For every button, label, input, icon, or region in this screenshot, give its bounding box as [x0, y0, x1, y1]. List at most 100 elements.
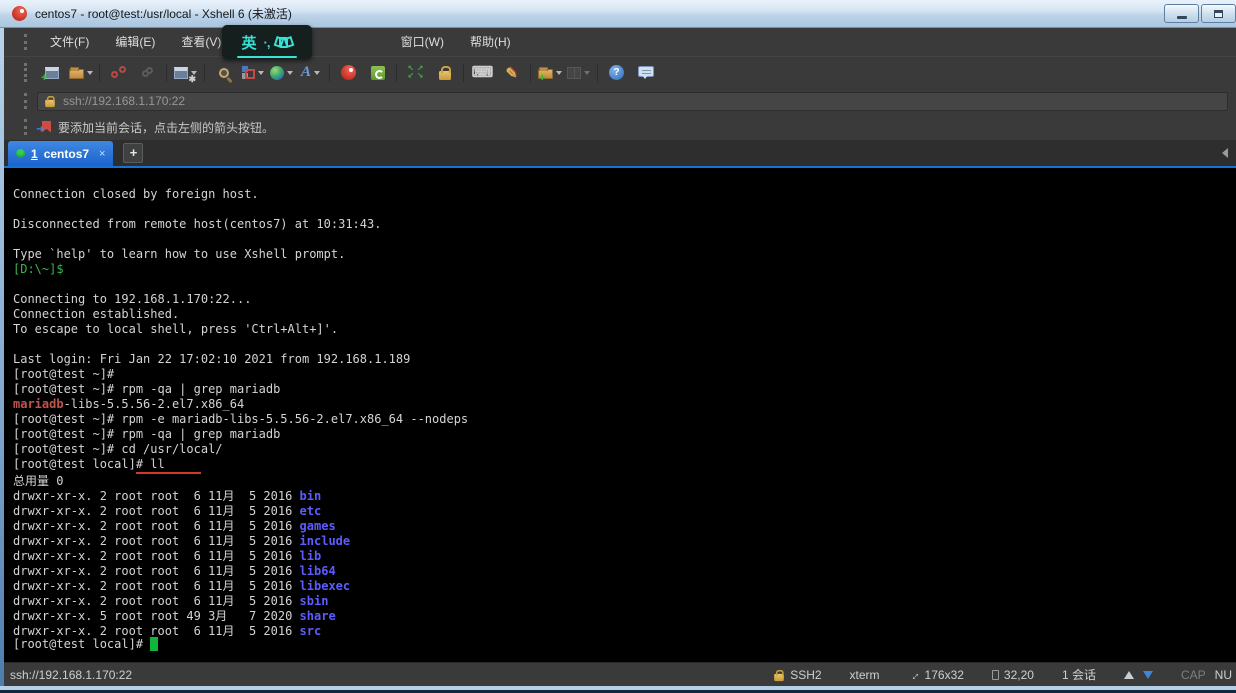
terminal-line — [13, 337, 1236, 352]
toolbar-separator — [99, 64, 100, 82]
terminal-line: drwxr-xr-x. 2 root root 6 11月 5 2016 lib… — [13, 577, 1236, 592]
reconnect-icon — [134, 61, 161, 85]
connected-status-icon — [16, 149, 25, 158]
highlight-pen-icon[interactable]: ✎ — [498, 61, 525, 85]
toolbar: + ✱ A ↖↗↙↘ ⌨✎ +? — [0, 56, 1236, 88]
scroll-down-icon[interactable] — [1143, 671, 1153, 679]
status-session-count: 1 会话 — [1062, 666, 1096, 683]
minimize-button[interactable] — [1164, 4, 1199, 23]
status-protocol: SSH2 — [773, 668, 821, 682]
lock-icon[interactable] — [431, 61, 458, 85]
help-icon[interactable]: ? — [603, 61, 630, 85]
terminal-line: drwxr-xr-x. 2 root root 6 11月 5 2016 lib… — [13, 562, 1236, 577]
status-terminal-size: ↔176x32 — [908, 668, 964, 682]
window-bottom-border — [0, 686, 1236, 693]
minimize-icon — [1177, 16, 1187, 19]
terminal-line: Connection closed by foreign host. — [13, 187, 1236, 202]
menu-item[interactable]: 窗口(W) — [388, 35, 457, 49]
terminal-line: To escape to local shell, press 'Ctrl+Al… — [13, 322, 1236, 337]
xshell-logo-icon — [12, 6, 27, 21]
disconnect-icon[interactable] — [105, 61, 132, 85]
xshell-window: centos7 - root@test:/usr/local - Xshell … — [0, 0, 1236, 693]
menu-item[interactable]: 文件(F) — [37, 35, 102, 49]
terminal-line: Type `help' to learn how to use Xshell p… — [13, 247, 1236, 262]
maximize-icon — [1214, 10, 1223, 18]
ime-popup: 英 ·, — [222, 25, 312, 59]
encoding-icon[interactable] — [268, 61, 295, 85]
toolbar-separator — [530, 64, 531, 82]
dropdown-caret-icon[interactable] — [556, 71, 562, 75]
terminal-line: [root@test ~]# — [13, 367, 1236, 382]
status-cursor-position: 32,20 — [992, 668, 1034, 682]
menubar-drag-handle[interactable] — [24, 34, 27, 51]
status-num-lock: NU — [1215, 668, 1232, 682]
terminal-line: [root@test ~]# rpm -qa | grep mariadb — [13, 427, 1236, 442]
find-icon[interactable] — [210, 61, 237, 85]
dropdown-caret-icon[interactable] — [87, 71, 93, 75]
terminal-line: Connecting to 192.168.1.170:22... — [13, 292, 1236, 307]
title-bar: centos7 - root@test:/usr/local - Xshell … — [0, 0, 1236, 28]
terminal-line: Disconnected from remote host(centos7) a… — [13, 217, 1236, 232]
terminal-line: drwxr-xr-x. 2 root root 6 11月 5 2016 inc… — [13, 532, 1236, 547]
ime-mode-indicator[interactable]: 英 — [242, 32, 257, 53]
session-properties-icon[interactable]: ✱ — [172, 61, 199, 85]
menu-bar: 文件(F)编辑(E)查看(V)工具(T 窗口(W)帮助(H) 英 ·, — [0, 28, 1236, 56]
infobar-drag-handle[interactable] — [24, 119, 27, 135]
terminal-line: 总用量 0 — [13, 472, 1236, 487]
tab-centos7[interactable]: 1 centos7 × — [8, 141, 113, 166]
cursor-position-icon — [992, 670, 999, 680]
scroll-up-icon[interactable] — [1124, 671, 1134, 679]
tab-number: 1 — [31, 148, 38, 160]
window-title: centos7 - root@test:/usr/local - Xshell … — [35, 5, 292, 22]
compose-layout-icon[interactable] — [239, 61, 266, 85]
fullscreen-icon[interactable]: ↖↗↙↘ — [402, 61, 429, 85]
status-caps-lock: CAP — [1181, 668, 1206, 682]
new-file-icon[interactable]: + — [536, 61, 563, 85]
addressbar-drag-handle[interactable] — [24, 93, 27, 109]
terminal-line: drwxr-xr-x. 2 root root 6 11月 5 2016 lib — [13, 547, 1236, 562]
virtual-keyboard-icon[interactable]: ⌨ — [469, 61, 496, 85]
xshell-icon[interactable] — [335, 61, 362, 85]
address-bar: ssh://192.168.1.170:22 — [0, 88, 1236, 114]
terminal[interactable]: Connection closed by foreign host. Disco… — [0, 168, 1236, 662]
terminal-line — [13, 202, 1236, 217]
ssh-lock-icon — [774, 673, 784, 680]
maximize-button[interactable] — [1201, 4, 1236, 23]
info-message: 要添加当前会话，点击左侧的箭头按钮。 — [58, 119, 274, 136]
terminal-line — [13, 232, 1236, 247]
dropdown-caret-icon[interactable] — [258, 71, 264, 75]
terminal-line: Connection established. — [13, 307, 1236, 322]
dropdown-caret-icon[interactable] — [314, 71, 320, 75]
dropdown-caret-icon[interactable] — [584, 71, 590, 75]
terminal-line: mariadb-libs-5.5.56-2.el7.x86_64 — [13, 397, 1236, 412]
menu-item[interactable]: 帮助(H) — [457, 35, 524, 49]
status-bar: ssh://192.168.1.170:22 SSH2 xterm ↔176x3… — [0, 662, 1236, 686]
status-terminal-type: xterm — [850, 668, 880, 682]
dropdown-caret-icon[interactable] — [287, 71, 293, 75]
terminal-line: drwxr-xr-x. 2 root root 6 11月 5 2016 etc — [13, 502, 1236, 517]
ime-skin-icon[interactable] — [276, 36, 292, 49]
address-input[interactable]: ssh://192.168.1.170:22 — [37, 92, 1228, 111]
terminal-line: drwxr-xr-x. 2 root root 6 11月 5 2016 sbi… — [13, 592, 1236, 607]
xftp-icon[interactable] — [364, 61, 391, 85]
menu-item[interactable]: 编辑(E) — [102, 35, 168, 49]
toolbar-drag-handle[interactable] — [24, 63, 27, 82]
feedback-icon[interactable] — [632, 61, 659, 85]
tab-bar: 1 centos7 × + — [0, 140, 1236, 168]
toolbar-separator — [204, 64, 205, 82]
open-session-icon[interactable] — [67, 61, 94, 85]
terminal-line: [root@test ~]# cd /usr/local/ — [13, 442, 1236, 457]
toolbar-separator — [597, 64, 598, 82]
font-icon[interactable]: A — [297, 61, 324, 85]
terminal-line: [D:\~]$ — [13, 262, 1236, 277]
terminal-line: [root@test ~]# rpm -qa | grep mariadb — [13, 382, 1236, 397]
new-session-icon[interactable]: + — [38, 61, 65, 85]
tab-close-icon[interactable]: × — [99, 148, 105, 160]
toolbar-separator — [396, 64, 397, 82]
ime-punctuation-icon[interactable]: ·, — [264, 35, 270, 50]
toolbar-separator — [463, 64, 464, 82]
tab-scroll-left-icon[interactable] — [1222, 148, 1228, 158]
address-url: ssh://192.168.1.170:22 — [63, 94, 185, 108]
status-url: ssh://192.168.1.170:22 — [10, 668, 773, 682]
new-tab-button[interactable]: + — [123, 143, 143, 163]
